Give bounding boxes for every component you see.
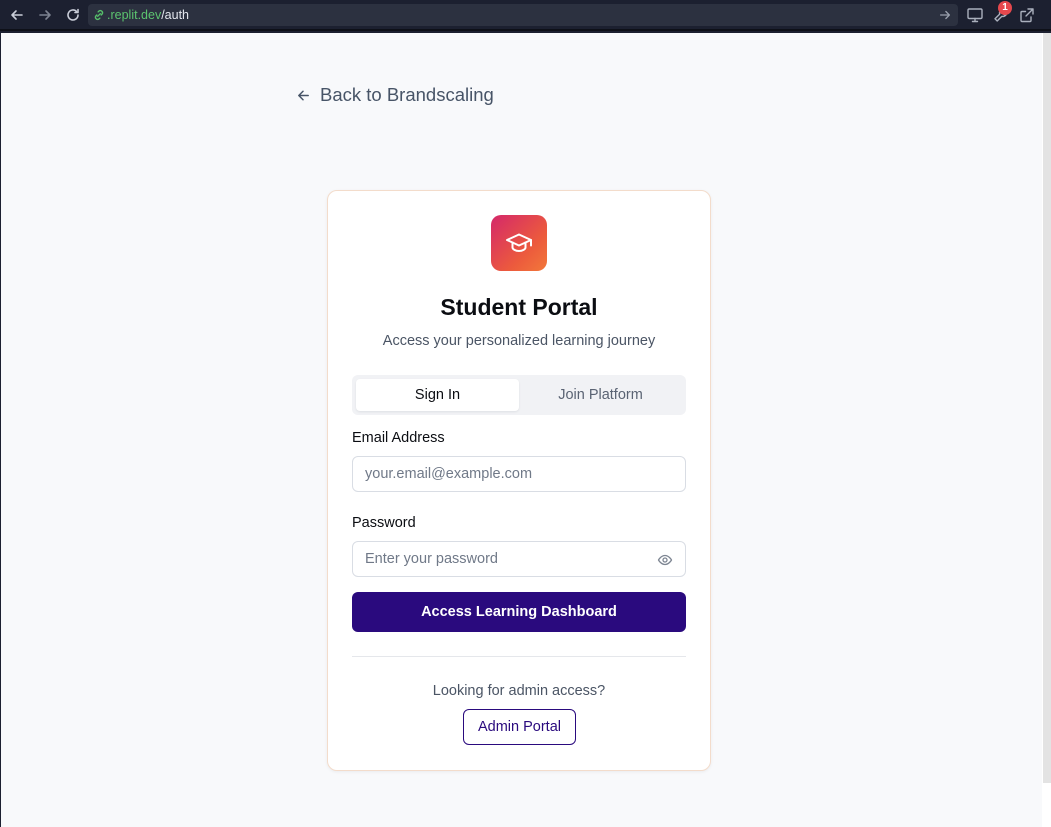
url-path: /auth: [161, 8, 190, 22]
email-label: Email Address: [352, 430, 445, 446]
url-host: .replit.dev: [107, 8, 162, 22]
scrollbar-thumb[interactable]: [1043, 33, 1051, 783]
back-link-label: Back to Brandscaling: [320, 84, 494, 105]
tab-join-platform[interactable]: Join Platform: [519, 379, 682, 411]
password-field-wrapper: [352, 541, 686, 577]
arrow-left-icon: [298, 90, 309, 100]
email-field-wrapper: [352, 456, 686, 492]
url-bar[interactable]: .replit.dev/auth: [88, 4, 958, 26]
access-dashboard-button[interactable]: Access Learning Dashboard: [352, 592, 686, 632]
password-field[interactable]: [353, 542, 685, 576]
back-to-brandscaling-link[interactable]: Back to Brandscaling: [296, 84, 494, 106]
browser-toolbar: .replit.dev/auth 1: [0, 0, 1051, 31]
page-subtitle: Access your personalized learning journe…: [382, 333, 656, 349]
admin-access-hint: Looking for admin access?: [432, 683, 606, 699]
notification-badge: 1: [998, 1, 1012, 15]
admin-portal-button[interactable]: Admin Portal: [463, 709, 576, 745]
auth-tabs: Sign In Join Platform: [352, 375, 686, 415]
tab-sign-in[interactable]: Sign In: [356, 379, 519, 411]
student-portal-card: Student Portal Access your personalized …: [327, 190, 711, 771]
reload-icon[interactable]: [64, 6, 82, 24]
link-icon: [94, 9, 104, 21]
password-label: Password: [352, 515, 416, 531]
portal-logo: [491, 215, 547, 271]
divider: [352, 656, 686, 657]
go-arrow-icon[interactable]: [938, 8, 952, 22]
monitor-icon[interactable]: [966, 6, 984, 24]
forward-arrow-icon[interactable]: [36, 6, 54, 24]
page-title: Student Portal: [440, 294, 598, 320]
url-text: .replit.dev/auth: [107, 8, 189, 22]
graduation-cap-icon: [506, 233, 532, 252]
email-field[interactable]: [353, 457, 685, 491]
open-external-icon[interactable]: [1018, 6, 1036, 24]
eye-icon[interactable]: [657, 552, 673, 568]
back-arrow-icon[interactable]: [8, 6, 26, 24]
